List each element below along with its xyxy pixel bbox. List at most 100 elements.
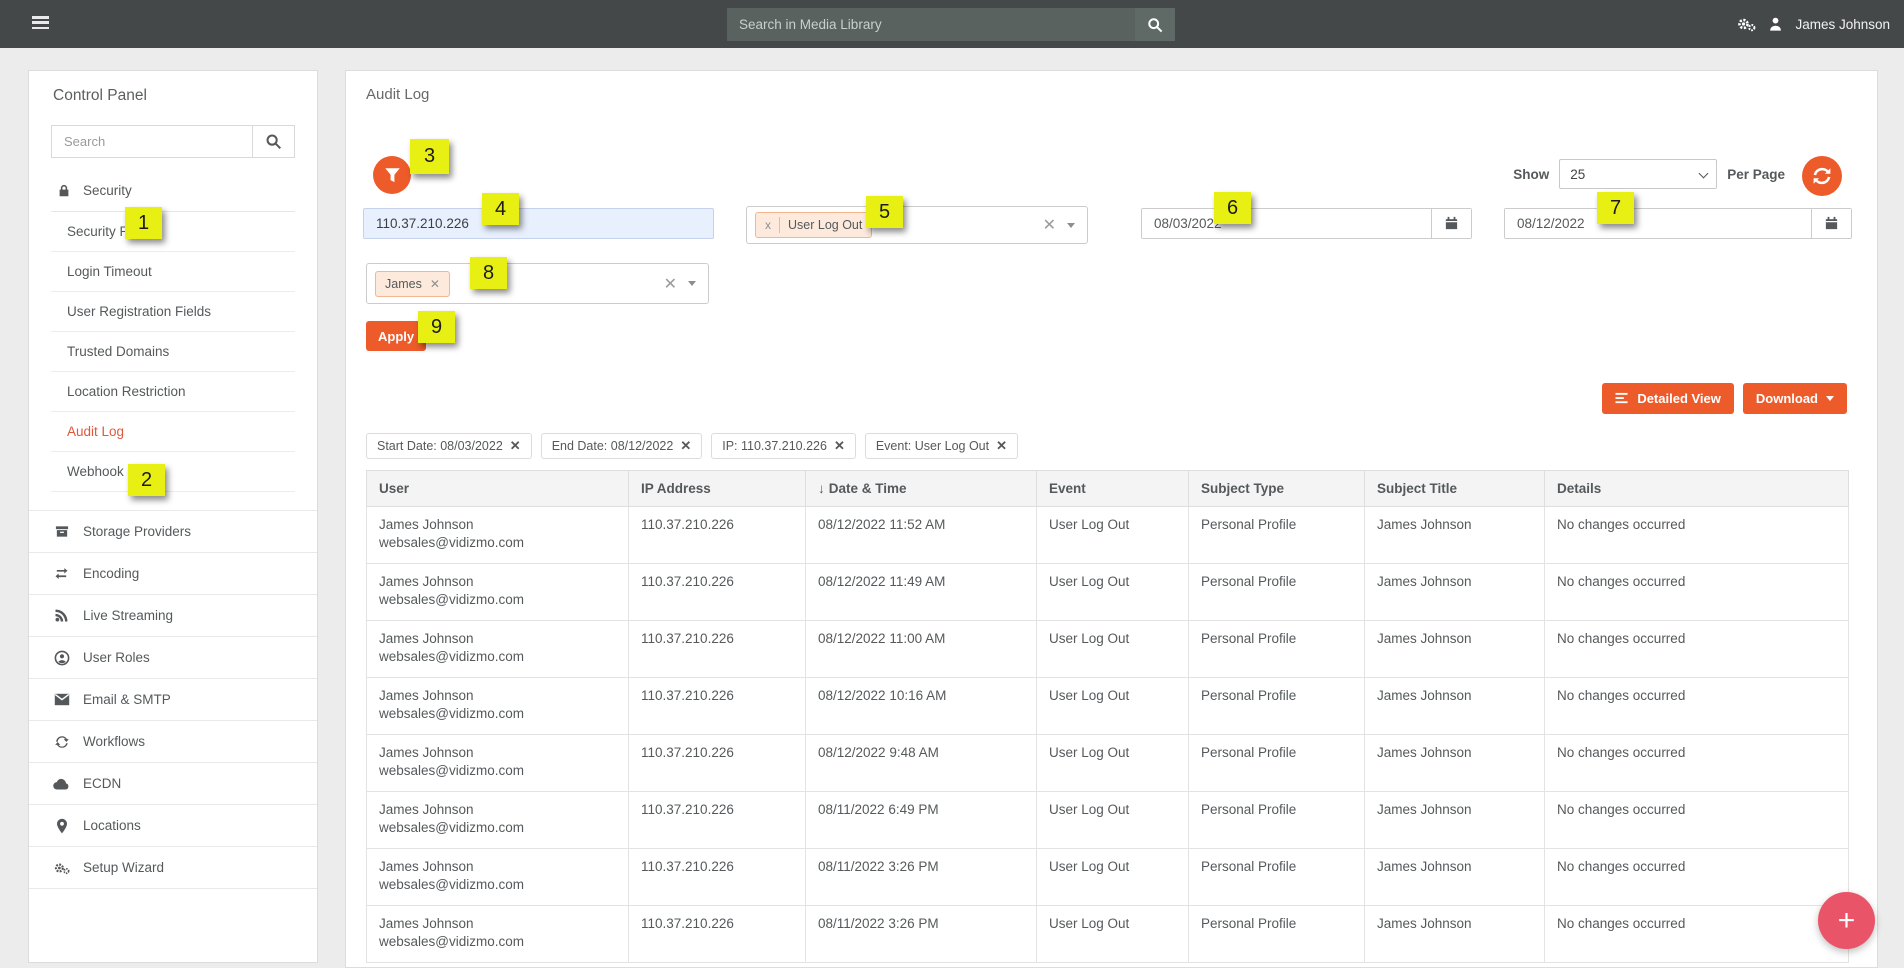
cell-subject-title: James Johnson [1365, 735, 1545, 792]
sidebar-item-live-streaming[interactable]: Live Streaming [29, 594, 317, 636]
sidebar-item-storage-providers[interactable]: Storage Providers [29, 510, 317, 552]
calendar-icon[interactable] [1811, 209, 1851, 238]
cell-details: No changes occurred [1545, 849, 1849, 906]
step-badge-9: 9 [418, 311, 455, 343]
sidebar-item-trusted-domains[interactable]: Trusted Domains [51, 332, 295, 372]
step-badge-3: 3 [410, 139, 449, 174]
column-header-datetime[interactable]: ↓Date & Time [806, 471, 1037, 507]
remove-chip-icon[interactable]: ✕ [510, 438, 521, 454]
map-pin-icon [53, 818, 70, 834]
table-row[interactable]: James Johnson websales@vidizmo.com 110.3… [367, 507, 1849, 564]
end-date-input[interactable] [1505, 209, 1811, 238]
step-badge-6: 6 [1214, 192, 1251, 224]
column-header-user[interactable]: User [367, 471, 629, 507]
cell-subject-title: James Johnson [1365, 906, 1545, 963]
table-row[interactable]: James Johnson websales@vidizmo.com 110.3… [367, 792, 1849, 849]
sidebar-item-user-registration-fields[interactable]: User Registration Fields [51, 292, 295, 332]
sidebar-item-security[interactable]: Security [51, 170, 295, 212]
add-button[interactable]: + [1818, 892, 1875, 949]
column-header-subject-type[interactable]: Subject Type [1189, 471, 1365, 507]
cell-user: James Johnson websales@vidizmo.com [367, 735, 629, 792]
storage-icon [53, 524, 70, 539]
download-button[interactable]: Download [1743, 383, 1847, 414]
column-header-subject-title[interactable]: Subject Title [1365, 471, 1545, 507]
media-library-search-button[interactable] [1135, 8, 1175, 41]
gears-icon[interactable] [1736, 16, 1756, 32]
sidebar-item-login-timeout[interactable]: Login Timeout [51, 252, 295, 292]
clear-select-icon[interactable]: ✕ [1036, 215, 1063, 235]
cell-details: No changes occurred [1545, 621, 1849, 678]
gears-icon [53, 860, 70, 876]
user-name: James Johnson [379, 574, 616, 589]
cell-subject-type: Personal Profile [1189, 621, 1365, 678]
cell-user: James Johnson websales@vidizmo.com [367, 507, 629, 564]
hamburger-menu-icon[interactable] [32, 16, 49, 31]
sidebar-item-webhook-logs[interactable]: Webhook Logs [51, 452, 295, 492]
sidebar-item-setup-wizard[interactable]: Setup Wizard [29, 846, 317, 888]
table-row[interactable]: James Johnson websales@vidizmo.com 110.3… [367, 735, 1849, 792]
sidebar-item-security-policy[interactable]: Security Policy [51, 212, 295, 252]
media-library-search-input[interactable] [727, 8, 1135, 41]
column-header-ip[interactable]: IP Address [629, 471, 806, 507]
sidebar-item-user-roles[interactable]: User Roles [29, 636, 317, 678]
filter-chip-ip: IP: 110.37.210.226 ✕ [711, 433, 856, 459]
remove-chip-icon[interactable]: ✕ [834, 438, 845, 454]
start-date-input[interactable] [1142, 209, 1431, 238]
page-title: Audit Log [366, 86, 429, 103]
table-row[interactable]: James Johnson websales@vidizmo.com 110.3… [367, 678, 1849, 735]
refresh-button[interactable] [1802, 156, 1842, 196]
filter-button[interactable] [373, 156, 411, 194]
user-circle-icon [53, 650, 70, 666]
remove-tag-icon[interactable]: x [765, 218, 771, 232]
sidebar-item-workflows[interactable]: Workflows [29, 720, 317, 762]
sidebar-item-email-smtp[interactable]: Email & SMTP [29, 678, 317, 720]
table-row[interactable]: James Johnson websales@vidizmo.com 110.3… [367, 564, 1849, 621]
list-view-icon [1615, 392, 1629, 405]
cell-datetime: 08/11/2022 3:26 PM [806, 849, 1037, 906]
ip-filter-input[interactable] [363, 208, 714, 239]
user-email: websales@vidizmo.com [379, 820, 616, 835]
security-submenu: Security Policy Login Timeout User Regis… [51, 212, 295, 492]
sidebar-title: Control Panel [29, 71, 317, 105]
sidebar-search-button[interactable] [252, 126, 294, 157]
sidebar-item-audit-log[interactable]: Audit Log [51, 412, 295, 452]
remove-tag-icon[interactable]: ✕ [430, 277, 440, 291]
remove-chip-icon[interactable]: ✕ [996, 438, 1007, 454]
user-name: James Johnson [379, 916, 616, 931]
cell-event: User Log Out [1037, 906, 1189, 963]
cell-details: No changes occurred [1545, 906, 1849, 963]
caret-down-icon[interactable] [1067, 223, 1075, 228]
cell-event: User Log Out [1037, 849, 1189, 906]
refresh-icon [1812, 166, 1832, 186]
event-filter-select[interactable]: x User Log Out ✕ [746, 206, 1088, 244]
cell-ip: 110.37.210.226 [629, 678, 806, 735]
chevron-down-icon [1699, 169, 1709, 179]
sidebar-item-encoding[interactable]: Encoding [29, 552, 317, 594]
cell-subject-title: James Johnson [1365, 678, 1545, 735]
table-row[interactable]: James Johnson websales@vidizmo.com 110.3… [367, 621, 1849, 678]
table-row[interactable]: James Johnson websales@vidizmo.com 110.3… [367, 849, 1849, 906]
sidebar-item-locations[interactable]: Locations [29, 804, 317, 846]
user-tag-label: James [385, 277, 422, 291]
topbar-user-name[interactable]: James Johnson [1795, 17, 1890, 32]
per-page-select[interactable]: 25 [1559, 159, 1717, 189]
user-avatar-icon[interactable] [1768, 16, 1783, 32]
clear-select-icon[interactable]: ✕ [657, 274, 684, 294]
remove-chip-icon[interactable]: ✕ [680, 438, 691, 454]
user-filter-select[interactable]: James ✕ ✕ [366, 263, 709, 304]
column-header-event[interactable]: Event [1037, 471, 1189, 507]
sidebar-item-location-restriction[interactable]: Location Restriction [51, 372, 295, 412]
cell-details: No changes occurred [1545, 792, 1849, 849]
media-library-search [727, 8, 1175, 41]
detailed-view-button[interactable]: Detailed View [1602, 383, 1734, 414]
column-header-details[interactable]: Details [1545, 471, 1849, 507]
calendar-icon[interactable] [1431, 209, 1471, 238]
caret-down-icon[interactable] [688, 281, 696, 286]
table-row[interactable]: James Johnson websales@vidizmo.com 110.3… [367, 906, 1849, 963]
stream-signal-icon [53, 608, 70, 623]
lock-icon [55, 183, 72, 198]
cell-event: User Log Out [1037, 678, 1189, 735]
sidebar-item-ecdn[interactable]: ECDN [29, 762, 317, 804]
per-page-control: Show 25 Per Page [1513, 159, 1785, 189]
sidebar-search-input[interactable] [52, 126, 252, 157]
